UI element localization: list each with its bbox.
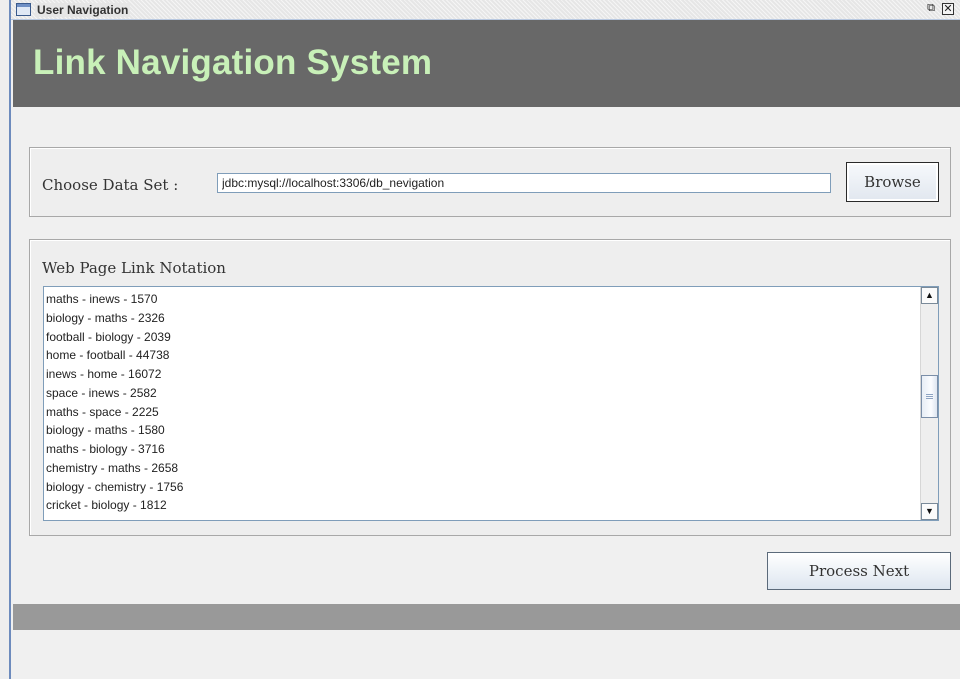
thumb-grip-line	[926, 396, 933, 397]
list-item[interactable]: space - inews - 2582	[46, 384, 916, 403]
scroll-down-icon[interactable]: ▼	[921, 503, 938, 520]
link-notation-label: Web Page Link Notation	[42, 259, 226, 277]
window-left-border	[0, 0, 11, 679]
list-item[interactable]: maths - biology - 3716	[46, 440, 916, 459]
dataset-label: Choose Data Set :	[42, 176, 179, 194]
list-item[interactable]: inews - home - 16072	[46, 365, 916, 384]
scroll-up-icon[interactable]: ▲	[921, 287, 938, 304]
list-item[interactable]: chemistry - maths - 2658	[46, 459, 916, 478]
header-band: Link Navigation System	[13, 20, 960, 107]
browse-button[interactable]: Browse	[846, 162, 939, 202]
restore-icon[interactable]: ⧉	[925, 3, 937, 15]
footer-band	[13, 604, 960, 630]
link-list[interactable]: maths - inews - 1570 biology - maths - 23…	[43, 286, 939, 521]
window-title: User Navigation	[35, 3, 131, 17]
thumb-grip-line	[926, 394, 933, 395]
list-item[interactable]: maths - space - 2225	[46, 403, 916, 422]
scroll-thumb[interactable]	[921, 375, 938, 418]
vertical-scrollbar[interactable]: ▲ ▼	[920, 287, 938, 520]
link-notation-panel: Web Page Link Notation maths - inews - 1…	[29, 239, 951, 536]
close-icon[interactable]: ✕	[942, 3, 954, 15]
dataset-panel: Choose Data Set : Browse	[29, 147, 951, 217]
link-list-items: maths - inews - 1570 biology - maths - 23…	[46, 290, 916, 518]
window-icon	[16, 3, 31, 16]
list-item[interactable]: biology - maths - 1580	[46, 421, 916, 440]
process-next-button[interactable]: Process Next	[767, 552, 951, 590]
list-item[interactable]: maths - inews - 1570	[46, 290, 916, 309]
title-bar[interactable]: User Navigation ⧉ ✕	[11, 0, 960, 20]
list-item[interactable]: football - biology - 2039	[46, 328, 916, 347]
thumb-grip-line	[926, 398, 933, 399]
list-item[interactable]: biology - chemistry - 1756	[46, 478, 916, 497]
app-title: Link Navigation System	[33, 43, 433, 82]
dataset-input[interactable]	[217, 173, 831, 193]
list-item[interactable]: cricket - biology - 1812	[46, 496, 916, 515]
list-item[interactable]: home - football - 44738	[46, 346, 916, 365]
list-item[interactable]: biology - maths - 2326	[46, 309, 916, 328]
